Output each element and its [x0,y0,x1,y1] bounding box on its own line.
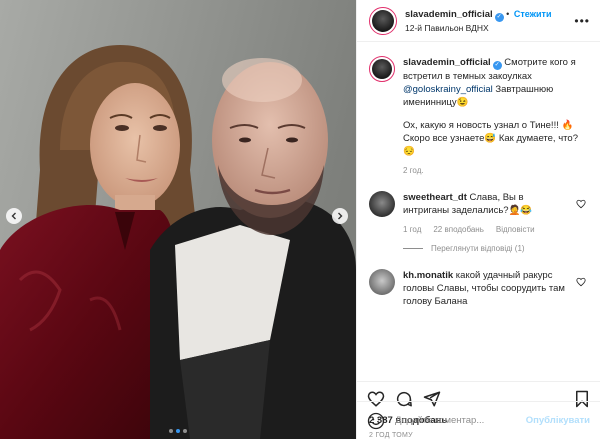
caption-mention[interactable]: @goloskrainy_official [403,84,493,95]
instagram-post: slavademin_official ✓ • Стежити 12-й Пави… [0,0,600,439]
comment: sweetheart_dt Слава, Вы в интриганы заде… [369,191,588,253]
comment: kh.monatik какой удачный ракурс головы С… [369,269,588,308]
avatar[interactable] [369,6,397,35]
publish-button[interactable]: Опублікувати [526,415,590,426]
view-replies[interactable]: Переглянути відповіді (1) [403,244,568,253]
comment-username[interactable]: sweetheart_dt [403,192,467,203]
caption-text: slavademin_official ✓ Смотрите кого я вст… [403,56,588,109]
verified-icon: ✓ [494,12,504,22]
comment-time: 1 год [403,225,422,234]
reply-button[interactable]: Відповісти [496,225,535,234]
comments-section: slavademin_official ✓ Смотрите кого я вст… [357,42,600,381]
caption-time: 2 год. [403,166,424,175]
header-username[interactable]: slavademin_official [405,9,493,20]
caption-meta: 2 год. [403,166,588,175]
carousel-dot-active [176,429,180,433]
caption: slavademin_official ✓ Смотрите кого я вст… [369,56,588,175]
emoji-icon[interactable] [367,412,385,430]
carousel-prev-button[interactable] [6,208,22,224]
verified-icon: ✓ [492,61,502,70]
chevron-right-icon [338,212,343,220]
avatar[interactable] [369,56,395,82]
location-link[interactable]: 12-й Павильон ВДНХ [405,22,570,34]
comment-likes[interactable]: 22 вподобань [433,225,484,234]
view-replies-label[interactable]: Переглянути відповіді (1) [431,244,525,253]
caption-body-3: Ох, какую я новость узнал о Тине!!! 🔥 Ск… [403,120,578,157]
avatar[interactable] [369,191,395,217]
avatar[interactable] [369,269,395,295]
caption-username[interactable]: slavademin_official [403,57,491,68]
post-header: slavademin_official ✓ • Стежити 12-й Пави… [357,0,600,42]
header-text: slavademin_official ✓ • Стежити 12-й Пави… [405,8,570,34]
comment-meta: 1 год 22 вподобань Відповісти [403,225,568,234]
carousel-indicator [0,429,356,433]
photo-illustration [0,0,356,439]
carousel-dot [169,429,173,433]
carousel-next-button[interactable] [332,208,348,224]
heart-icon[interactable] [576,199,586,209]
carousel-dot [183,429,187,433]
more-icon[interactable]: ••• [570,14,594,28]
follow-button[interactable]: Стежити [514,9,552,19]
heart-icon[interactable] [576,277,586,287]
post-photo[interactable] [0,0,356,439]
comment-username[interactable]: kh.monatik [403,270,453,281]
post-side-panel: slavademin_official ✓ • Стежити 12-й Пави… [356,0,600,439]
comment-input[interactable]: Додайте коментар... [395,415,526,426]
chevron-left-icon [11,212,16,220]
add-comment-bar: Додайте коментар... Опублікувати [357,401,600,439]
